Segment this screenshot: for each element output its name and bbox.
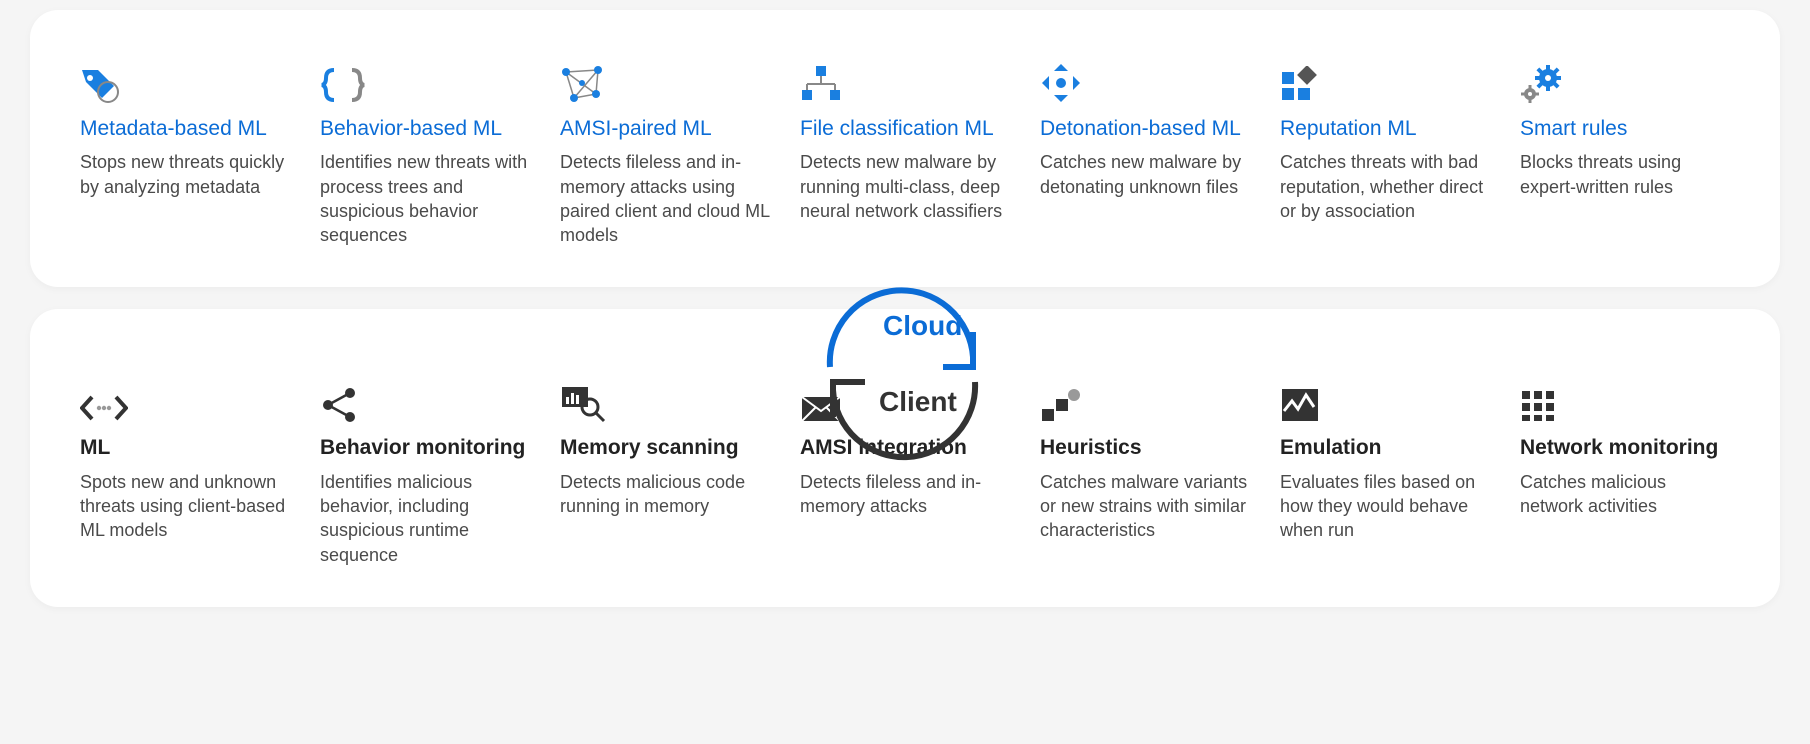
item-desc: Identifies new threats with process tree… xyxy=(320,150,530,247)
client-item-emulation: Emulation Evaluates files based on how t… xyxy=(1280,379,1490,566)
item-title: Network monitoring xyxy=(1520,435,1730,461)
item-title: Behavior monitoring xyxy=(320,435,530,461)
client-item-network-monitor: Network monitoring Catches malicious net… xyxy=(1520,379,1730,566)
item-title: Detonation-based ML xyxy=(1040,116,1250,142)
client-item-ml: ML Spots new and unknown threats using c… xyxy=(80,379,290,566)
item-desc: Catches new malware by detonating unknow… xyxy=(1040,150,1250,199)
item-desc: Detects new malware by running multi-cla… xyxy=(800,150,1010,223)
item-desc: Evaluates files based on how they would … xyxy=(1280,470,1490,543)
item-desc: Catches threats with bad reputation, whe… xyxy=(1280,150,1490,223)
item-title: Smart rules xyxy=(1520,116,1730,142)
tag-icon xyxy=(80,60,290,104)
item-title: Heuristics xyxy=(1040,435,1250,461)
item-title: AMSI-paired ML xyxy=(560,116,770,142)
item-desc: Blocks threats using expert-written rule… xyxy=(1520,150,1730,199)
item-title: AMSI integration xyxy=(800,435,1010,461)
item-desc: Identifies malicious behavior, including… xyxy=(320,470,530,567)
item-desc: Catches malicious network activities xyxy=(1520,470,1730,519)
item-title: Behavior-based ML xyxy=(320,116,530,142)
tiles-icon xyxy=(1280,60,1490,104)
client-item-amsi-integration: AMSI integration Detects fileless and in… xyxy=(800,379,1010,566)
item-title: Metadata-based ML xyxy=(80,116,290,142)
item-title: Memory scanning xyxy=(560,435,770,461)
item-desc: Detects fileless and in-memory attacks xyxy=(800,470,1010,519)
item-desc: Stops new threats quickly by analyzing m… xyxy=(80,150,290,199)
cloud-panel: Metadata-based ML Stops new threats quic… xyxy=(30,10,1780,287)
cloud-item-metadata-ml: Metadata-based ML Stops new threats quic… xyxy=(80,60,290,247)
chart-search-icon xyxy=(560,379,770,423)
item-desc: Spots new and unknown threats using clie… xyxy=(80,470,290,543)
cloud-item-file-class-ml: File classification ML Detects new malwa… xyxy=(800,60,1010,247)
cloud-item-reputation-ml: Reputation ML Catches threats with bad r… xyxy=(1280,60,1490,247)
hierarchy-icon xyxy=(800,60,1010,104)
client-item-heuristics: Heuristics Catches malware variants or n… xyxy=(1040,379,1250,566)
cloud-item-behavior-ml: Behavior-based ML Identifies new threats… xyxy=(320,60,530,247)
mesh-icon xyxy=(560,60,770,104)
client-panel: ML Spots new and unknown threats using c… xyxy=(30,309,1780,606)
item-title: ML xyxy=(80,435,290,461)
code-brackets-icon xyxy=(80,379,290,423)
item-title: File classification ML xyxy=(800,116,1010,142)
share-icon xyxy=(320,379,530,423)
cloud-item-smart-rules: Smart rules Blocks threats using expert-… xyxy=(1520,60,1730,247)
braces-icon xyxy=(320,60,530,104)
client-item-behavior-monitor: Behavior monitoring Identifies malicious… xyxy=(320,379,530,566)
item-title: Reputation ML xyxy=(1280,116,1490,142)
gears-icon xyxy=(1520,60,1730,104)
item-desc: Detects malicious code running in memory xyxy=(560,470,770,519)
cloud-item-detonation-ml: Detonation-based ML Catches new malware … xyxy=(1040,60,1250,247)
item-title: Emulation xyxy=(1280,435,1490,461)
item-desc: Detects fileless and in-memory attacks u… xyxy=(560,150,770,247)
activity-icon xyxy=(1280,379,1490,423)
steps-icon xyxy=(1040,379,1250,423)
client-item-memory-scan: Memory scanning Detects malicious code r… xyxy=(560,379,770,566)
item-desc: Catches malware variants or new strains … xyxy=(1040,470,1250,543)
crosshair-icon xyxy=(1040,60,1250,104)
envelope-icon xyxy=(800,379,1010,423)
cloud-item-amsi-ml: AMSI-paired ML Detects fileless and in-m… xyxy=(560,60,770,247)
grid-icon xyxy=(1520,379,1730,423)
